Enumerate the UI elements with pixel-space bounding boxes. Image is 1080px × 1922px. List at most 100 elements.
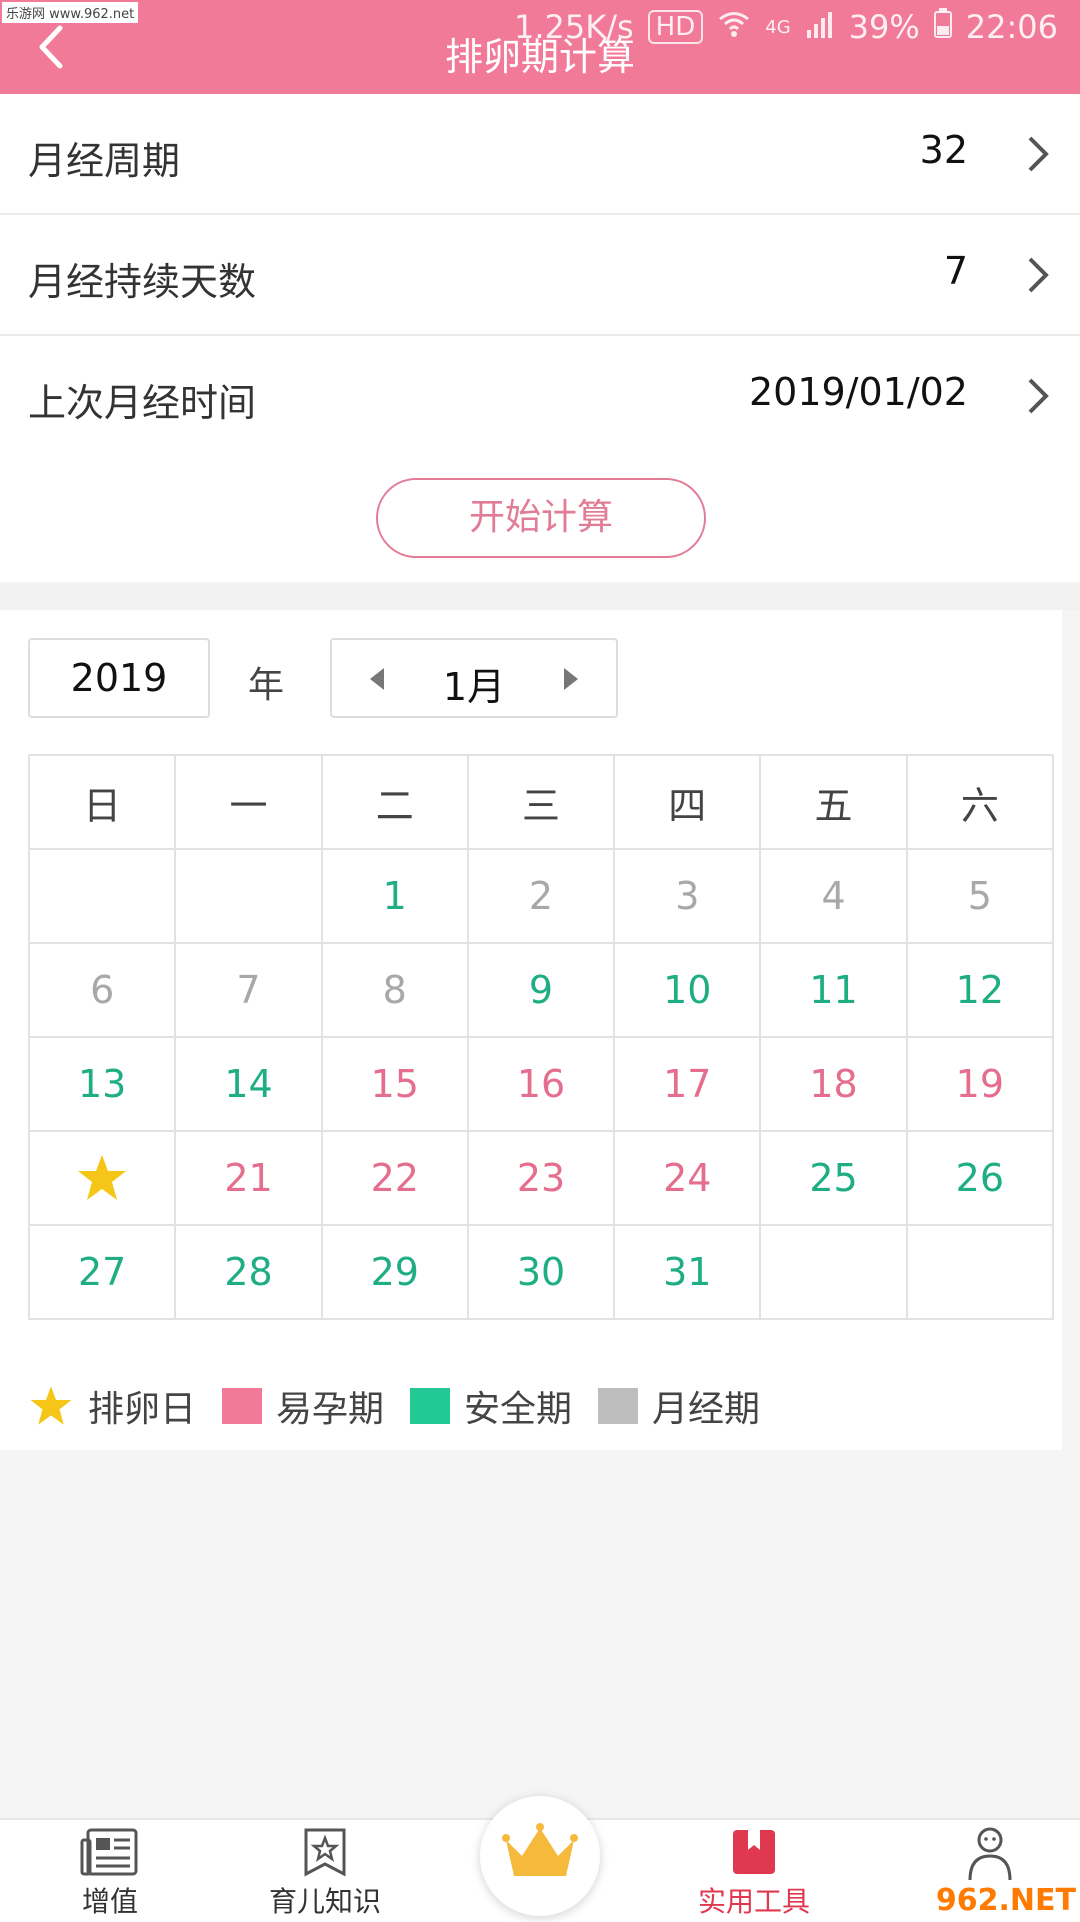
row-label: 月经周期 bbox=[28, 139, 181, 183]
star-icon bbox=[28, 1384, 88, 1428]
bottom-nav: 增值 育儿知识 实用工具 962.NET bbox=[0, 1796, 1080, 1922]
cycle-length-row[interactable]: 月经周期 32 bbox=[0, 94, 1080, 215]
crown-icon bbox=[502, 1823, 578, 1876]
legend-label: 排卵日 bbox=[88, 1389, 197, 1430]
nav-item-vip[interactable] bbox=[480, 1796, 600, 1916]
calendar-day-cell[interactable]: 24 bbox=[613, 1130, 762, 1226]
start-calculation-button[interactable]: 开始计算 bbox=[376, 478, 706, 558]
calendar-day-cell[interactable]: 23 bbox=[466, 1130, 616, 1226]
calendar-day-cell[interactable]: 1 bbox=[320, 848, 469, 944]
calendar-week-row: 27 28 29 30 31 bbox=[27, 1224, 1055, 1320]
calendar-day-cell[interactable]: 7 bbox=[174, 942, 323, 1038]
calendar-grid: 日 一 二 三 四 五 六 1 2 3 4 5 6 7 8 9 10 11 12 13 14 15 16 17 1… bbox=[27, 754, 1055, 1320]
calendar-day-cell[interactable]: 2 bbox=[466, 848, 616, 944]
year-select[interactable]: 2019 bbox=[28, 638, 210, 718]
nav-label: 育儿知识 bbox=[268, 1885, 381, 1918]
calendar-day-cell[interactable]: 17 bbox=[613, 1036, 762, 1132]
network-speed: 1.25K/s bbox=[513, 8, 634, 46]
calendar-day-cell[interactable]: 13 bbox=[27, 1036, 177, 1132]
calendar-day-cell[interactable]: 15 bbox=[320, 1036, 469, 1132]
calendar-day-cell[interactable]: 8 bbox=[320, 942, 469, 1038]
battery-level: 39% bbox=[848, 8, 920, 46]
chevron-right-icon bbox=[1022, 374, 1052, 418]
nav-item-value-added[interactable]: 增值 bbox=[60, 1826, 160, 1920]
row-value: 2019/01/02 bbox=[748, 370, 968, 414]
chevron-right-icon bbox=[1022, 253, 1052, 297]
calendar-day-cell[interactable]: 11 bbox=[759, 942, 908, 1038]
calendar-day-cell[interactable]: 21 bbox=[174, 1130, 323, 1226]
nav-item-parenting[interactable]: 育儿知识 bbox=[250, 1826, 400, 1920]
row-value: 7 bbox=[943, 249, 968, 293]
battery-icon bbox=[933, 8, 952, 46]
calendar-day-cell[interactable]: 29 bbox=[320, 1224, 469, 1320]
calendar-section: 2019 年 1月 日 一 二 三 四 五 六 1 2 3 4 5 6 7 8 9 10 11 12 1… bbox=[0, 610, 1062, 1450]
calendar-day-cell[interactable]: 28 bbox=[174, 1224, 323, 1320]
calendar-day-cell[interactable]: 3 bbox=[613, 848, 762, 944]
site-watermark: 乐游网 www.962.net bbox=[2, 2, 139, 23]
calendar-day-cell[interactable]: 19 bbox=[905, 1036, 1055, 1132]
calendar-day-cell[interactable]: 26 bbox=[905, 1130, 1055, 1226]
network-type: 4G bbox=[765, 16, 791, 38]
calendar-day-cell[interactable]: 18 bbox=[759, 1036, 908, 1132]
calendar-day-cell[interactable]: 5 bbox=[905, 848, 1055, 944]
safe-swatch bbox=[410, 1388, 451, 1424]
newspaper-icon bbox=[80, 1828, 138, 1876]
calendar-day-cell[interactable]: 4 bbox=[759, 848, 908, 944]
weekday-header: 日 一 二 三 四 五 六 bbox=[27, 754, 1055, 850]
row-label: 上次月经时间 bbox=[28, 381, 257, 425]
brand-logo-watermark: 962.NET bbox=[935, 1883, 1076, 1918]
calendar-day-cell[interactable]: 10 bbox=[613, 942, 762, 1038]
chevron-right-icon bbox=[1022, 132, 1052, 176]
calendar-week-row: 13 14 15 16 17 18 19 bbox=[27, 1036, 1055, 1132]
calendar-day-cell[interactable]: 22 bbox=[320, 1130, 469, 1226]
weekday-label: 三 bbox=[466, 754, 616, 850]
calendar-empty-cell bbox=[905, 1224, 1055, 1320]
calendar-week-row: 12345 bbox=[27, 848, 1055, 944]
calendar-empty-cell bbox=[27, 848, 177, 944]
status-bar: 1.25K/s HD 4G 39% 22:06 bbox=[514, 8, 1058, 46]
weekday-label: 四 bbox=[613, 754, 762, 850]
legend-fertile: 易孕期 bbox=[222, 1380, 384, 1432]
wifi-icon bbox=[717, 8, 751, 46]
calendar-day-cell[interactable]: 31 bbox=[613, 1224, 762, 1320]
calendar-day-cell[interactable]: 14 bbox=[174, 1036, 323, 1132]
calendar-week-row: 6 7 8 9 10 11 12 bbox=[27, 942, 1055, 1038]
calendar-empty-cell bbox=[759, 1224, 908, 1320]
row-label: 月经持续天数 bbox=[28, 260, 257, 304]
calendar-day-cell[interactable]: 25 bbox=[759, 1130, 908, 1226]
legend-label: 安全期 bbox=[464, 1389, 573, 1430]
month-selector: 1月 bbox=[330, 638, 618, 718]
calendar-day-cell[interactable]: 9 bbox=[466, 942, 616, 1038]
hd-badge: HD bbox=[647, 10, 704, 44]
star-bookmark-icon bbox=[304, 1828, 346, 1877]
calendar-day-cell[interactable]: 27 bbox=[27, 1224, 177, 1320]
weekday-label: 日 bbox=[27, 754, 177, 850]
red-bookmark-icon bbox=[733, 1830, 775, 1874]
nav-item-tools[interactable]: 实用工具 bbox=[684, 1826, 824, 1920]
top-bar: 乐游网 www.962.net 排卵期计算 1.25K/s HD 4G 39% … bbox=[0, 0, 1080, 94]
ovulation-day-cell[interactable] bbox=[27, 1130, 177, 1226]
legend-ovulation: 排卵日 bbox=[28, 1380, 196, 1432]
weekday-label: 五 bbox=[759, 754, 908, 850]
person-icon bbox=[968, 1827, 1012, 1881]
legend-safe: 安全期 bbox=[410, 1380, 572, 1432]
empty-area bbox=[0, 1450, 1080, 1818]
calc-area: 开始计算 bbox=[0, 454, 1080, 582]
clock-time: 22:06 bbox=[965, 8, 1058, 46]
year-label: 年 bbox=[248, 665, 285, 706]
weekday-label: 二 bbox=[320, 754, 469, 850]
last-period-date-row[interactable]: 上次月经时间 2019/01/02 bbox=[0, 336, 1080, 457]
calendar-empty-cell bbox=[174, 848, 323, 944]
calendar-day-cell[interactable]: 12 bbox=[905, 942, 1055, 1038]
nav-label: 增值 bbox=[81, 1885, 138, 1918]
calendar-day-cell[interactable]: 16 bbox=[466, 1036, 616, 1132]
next-month-button[interactable] bbox=[562, 664, 582, 694]
calendar-day-cell[interactable]: 30 bbox=[466, 1224, 616, 1320]
calendar-day-cell[interactable]: 6 bbox=[27, 942, 177, 1038]
section-divider bbox=[0, 584, 1080, 610]
row-value: 32 bbox=[919, 128, 968, 172]
period-duration-row[interactable]: 月经持续天数 7 bbox=[0, 215, 1080, 336]
nav-item-profile[interactable] bbox=[940, 1826, 1040, 1884]
weekday-label: 六 bbox=[905, 754, 1055, 850]
legend: 排卵日 易孕期 安全期 月经期 bbox=[28, 1380, 786, 1432]
